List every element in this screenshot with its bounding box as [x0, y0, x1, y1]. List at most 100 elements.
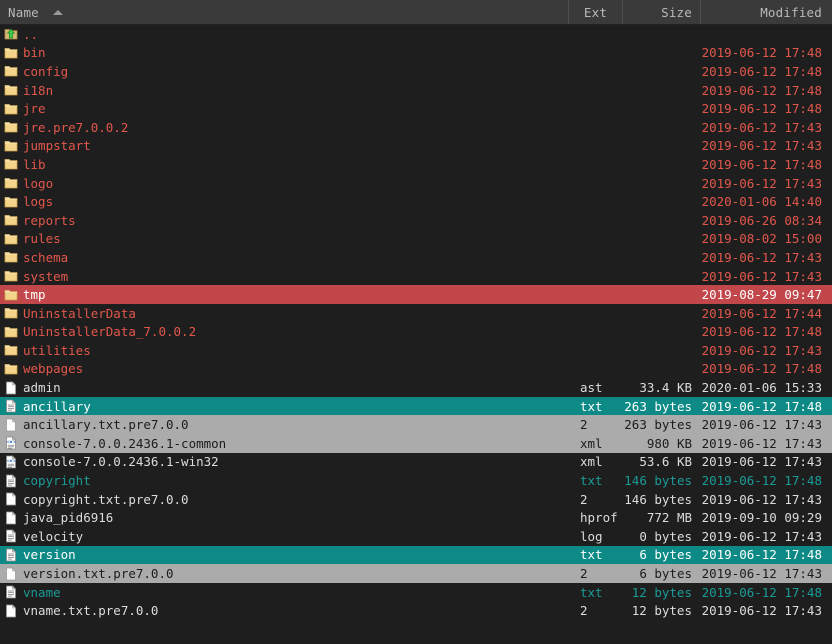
- row-name-cell[interactable]: jumpstart: [0, 138, 568, 153]
- row-modified-cell: 2019-06-12 17:48: [700, 361, 832, 376]
- file-list-row[interactable]: rules2019-08-02 15:00: [0, 230, 832, 249]
- row-name-cell[interactable]: <>console-7.0.0.2436.1-win32: [0, 454, 568, 469]
- row-name-cell[interactable]: logo: [0, 176, 568, 191]
- file-list-row[interactable]: jumpstart 2019-06-12 17:43: [0, 137, 832, 156]
- folder-icon: [4, 325, 18, 339]
- file-list-row[interactable]: velocitylog0 bytes2019-06-12 17:43: [0, 527, 832, 546]
- column-header-size[interactable]: Size: [622, 0, 700, 24]
- row-ext-cell: txt: [568, 547, 622, 562]
- row-name-cell[interactable]: version: [0, 547, 568, 562]
- file-list-row[interactable]: config2019-06-12 17:48: [0, 62, 832, 81]
- file-list-row[interactable]: version txt6 bytes2019-06-12 17:48: [0, 546, 832, 565]
- file-list-row[interactable]: <>console-7.0.0.2436.1-commonxml980 KB20…: [0, 434, 832, 453]
- file-list-row[interactable]: schema2019-06-12 17:43: [0, 248, 832, 267]
- file-list-row[interactable]: utilities2019-06-12 17:43: [0, 341, 832, 360]
- row-name-cell[interactable]: version.txt.pre7.0.0: [0, 566, 568, 581]
- row-name-cell[interactable]: schema: [0, 250, 568, 265]
- row-name-cell[interactable]: tmp: [0, 287, 568, 302]
- folder-icon: [4, 120, 18, 134]
- file-list-row[interactable]: jre.pre7.0.0.22019-06-12 17:43: [0, 118, 832, 137]
- column-header-ext[interactable]: Ext: [568, 0, 622, 24]
- file-list-row[interactable]: vnametxt12 bytes2019-06-12 17:48: [0, 583, 832, 602]
- row-name-cell[interactable]: logs: [0, 194, 568, 209]
- file-list-row[interactable]: system2019-06-12 17:43: [0, 267, 832, 286]
- row-name-cell[interactable]: <>console-7.0.0.2436.1-common: [0, 436, 568, 451]
- file-list-row[interactable]: bin2019-06-12 17:48: [0, 44, 832, 63]
- row-name-cell[interactable]: UninstallerData: [0, 306, 568, 321]
- row-size-cell: 6 bytes: [622, 547, 700, 562]
- row-name-cell[interactable]: ancillary.txt.pre7.0.0: [0, 417, 568, 432]
- row-name-cell[interactable]: copyright: [0, 473, 568, 488]
- row-name-cell[interactable]: jre.pre7.0.0.2: [0, 120, 568, 135]
- file-list-row[interactable]: webpages 2019-06-12 17:48: [0, 360, 832, 379]
- row-name-cell[interactable]: admin: [0, 380, 568, 395]
- file-list-row[interactable]: tmp2019-08-29 09:47: [0, 285, 832, 304]
- row-name-label: reports: [23, 213, 76, 228]
- row-name-cell[interactable]: vname: [0, 585, 568, 600]
- row-modified-cell: 2019-06-12 17:48: [700, 585, 832, 600]
- row-name-label: config: [23, 64, 68, 79]
- file-list-row[interactable]: reports2019-06-26 08:34: [0, 211, 832, 230]
- row-name-cell[interactable]: ancillary: [0, 399, 568, 414]
- file-list-row[interactable]: logo2019-06-12 17:43: [0, 174, 832, 193]
- file-list-row[interactable]: vname.txt.pre7.0.0212 bytes2019-06-12 17…: [0, 601, 832, 620]
- row-name-label: jre: [23, 101, 46, 116]
- row-modified-cell: 2019-06-12 17:43: [700, 566, 832, 581]
- row-name-cell[interactable]: lib: [0, 157, 568, 172]
- file-list-row[interactable]: i18n2019-06-12 17:48: [0, 81, 832, 100]
- column-header-modified[interactable]: Modified: [700, 0, 832, 24]
- file-list-row[interactable]: ancillarytxt263 bytes2019-06-12 17:48: [0, 397, 832, 416]
- row-name-cell[interactable]: vname.txt.pre7.0.0: [0, 603, 568, 618]
- file-list-row[interactable]: version.txt.pre7.0.026 bytes2019-06-12 1…: [0, 564, 832, 583]
- row-name-cell[interactable]: webpages: [0, 361, 568, 376]
- row-modified-cell: 2019-06-12 17:48: [700, 547, 832, 562]
- svg-text:<: <: [7, 458, 10, 464]
- row-name-label: version: [23, 547, 76, 562]
- row-name-label: utilities: [23, 343, 91, 358]
- row-name-cell[interactable]: system: [0, 269, 568, 284]
- file-list-row[interactable]: ancillary.txt.pre7.0.02263 bytes2019-06-…: [0, 415, 832, 434]
- row-name-cell[interactable]: i18n: [0, 83, 568, 98]
- file-list-row[interactable]: lib2019-06-12 17:48: [0, 155, 832, 174]
- file-list-row[interactable]: ..: [0, 25, 832, 44]
- row-name-cell[interactable]: copyright.txt.pre7.0.0: [0, 492, 568, 507]
- column-header-bar: Name Ext Size Modified: [0, 0, 832, 25]
- row-name-cell[interactable]: config: [0, 64, 568, 79]
- file-list-row[interactable]: UninstallerData_7.0.0.22019-06-12 17:48: [0, 323, 832, 342]
- row-name-cell[interactable]: velocity: [0, 529, 568, 544]
- row-name-cell[interactable]: reports: [0, 213, 568, 228]
- row-name-label: webpages: [23, 361, 83, 376]
- row-name-label: lib: [23, 157, 46, 172]
- row-name-cell[interactable]: java_pid6916: [0, 510, 568, 525]
- row-name-cell[interactable]: bin: [0, 45, 568, 60]
- row-ext-cell: hprof: [568, 510, 622, 525]
- row-name-label: java_pid6916: [23, 510, 113, 525]
- row-name-label: i18n: [23, 83, 53, 98]
- row-modified-cell: 2019-09-10 09:29: [700, 510, 832, 525]
- row-size-cell: 263 bytes: [622, 399, 700, 414]
- file-list[interactable]: ..bin2019-06-12 17:48config2019-06-12 17…: [0, 25, 832, 644]
- file-list-row[interactable]: UninstallerData2019-06-12 17:44: [0, 304, 832, 323]
- file-list-row[interactable]: copyrighttxt146 bytes2019-06-12 17:48: [0, 471, 832, 490]
- file-xml-icon: <>: [4, 455, 18, 469]
- row-name-cell[interactable]: utilities: [0, 343, 568, 358]
- file-list-row[interactable]: jre2019-06-12 17:48: [0, 99, 832, 118]
- file-list-row[interactable]: logs2020-01-06 14:40: [0, 192, 832, 211]
- row-name-label: schema: [23, 250, 68, 265]
- row-name-cell[interactable]: rules: [0, 231, 568, 246]
- row-name-cell[interactable]: ..: [0, 27, 568, 42]
- file-list-row[interactable]: copyright.txt.pre7.0.02146 bytes2019-06-…: [0, 490, 832, 509]
- row-modified-cell: 2019-06-12 17:43: [700, 138, 832, 153]
- row-size-cell: 0 bytes: [622, 529, 700, 544]
- row-modified-cell: 2019-06-12 17:48: [700, 473, 832, 488]
- file-plain-icon: [4, 381, 18, 395]
- row-name-cell[interactable]: jre: [0, 101, 568, 116]
- row-name-cell[interactable]: UninstallerData_7.0.0.2: [0, 324, 568, 339]
- row-ext-cell: txt: [568, 473, 622, 488]
- file-plain-icon: [4, 604, 18, 618]
- row-name-label: vname.txt.pre7.0.0: [23, 603, 158, 618]
- column-header-name[interactable]: Name: [0, 0, 568, 24]
- file-list-row[interactable]: adminast33.4 KB2020-01-06 15:33: [0, 378, 832, 397]
- file-list-row[interactable]: <>console-7.0.0.2436.1-win32xml53.6 KB20…: [0, 453, 832, 472]
- file-list-row[interactable]: java_pid6916hprof772 MB2019-09-10 09:29: [0, 508, 832, 527]
